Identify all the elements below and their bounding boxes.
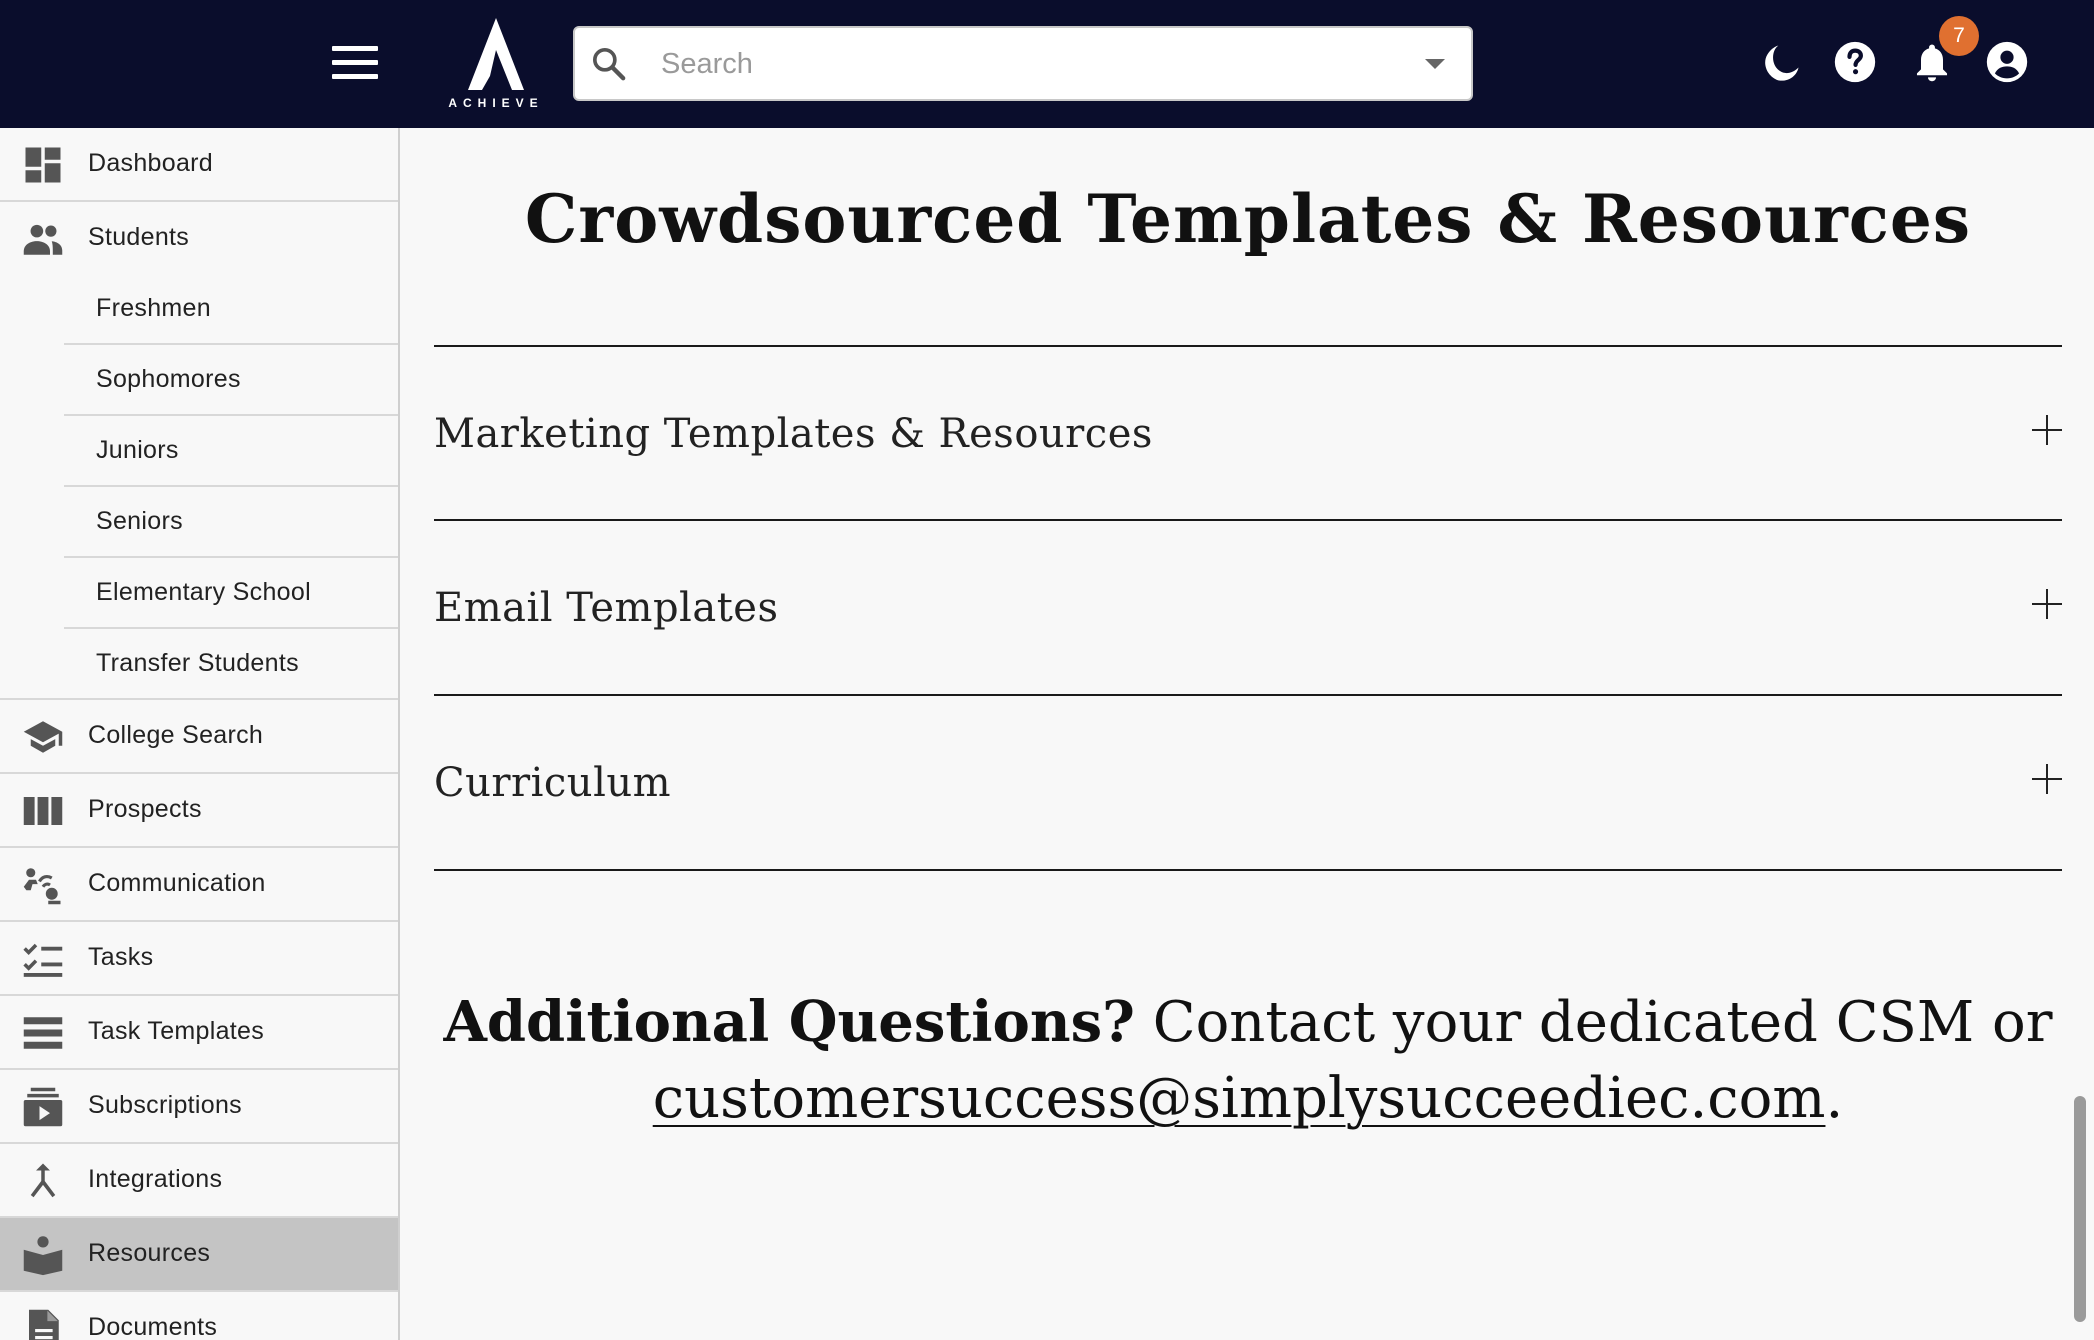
sidebar: Dashboard Students Freshmen Sophomores J… — [0, 128, 400, 1340]
support-email-link[interactable]: customersuccess@simplysucceediec.com — [653, 1066, 1826, 1131]
sidebar-subitem-label: Transfer Students — [96, 649, 299, 677]
contact-message: Additional Questions? Contact your dedic… — [402, 984, 2094, 1137]
sidebar-item-label: Task Templates — [88, 1017, 265, 1045]
contact-period: . — [1825, 1066, 1844, 1131]
contact-text: Contact your dedicated CSM or — [1134, 990, 2053, 1055]
search-bar[interactable] — [573, 26, 1473, 101]
columns-icon — [23, 797, 63, 825]
sidebar-item-label: Students — [88, 223, 190, 251]
sidebar-item-label: Tasks — [88, 943, 154, 971]
divider — [434, 869, 2062, 871]
sidebar-subitem-label: Seniors — [96, 507, 183, 535]
graduation-cap-icon — [23, 721, 63, 753]
achieve-logo[interactable]: ACHIEVE — [446, 18, 546, 110]
accordion-title: Curriculum — [434, 760, 672, 806]
help-icon[interactable] — [1833, 40, 1877, 84]
sidebar-item-college-search[interactable]: College Search — [0, 700, 398, 774]
merge-icon — [30, 1163, 56, 1198]
sidebar-subitem-transfer-students[interactable]: Transfer Students — [0, 629, 398, 700]
sidebar-item-tasks[interactable]: Tasks — [0, 922, 398, 996]
sidebar-item-resources[interactable]: Resources — [0, 1218, 398, 1292]
sidebar-subitem-elementary-school[interactable]: Elementary School — [64, 558, 398, 629]
sidebar-subitem-juniors[interactable]: Juniors — [64, 416, 398, 487]
checklist-icon — [23, 943, 63, 977]
plus-icon[interactable] — [2032, 415, 2062, 445]
sidebar-item-task-templates[interactable]: Task Templates — [0, 996, 398, 1070]
sidebar-item-label: Subscriptions — [88, 1091, 242, 1119]
sidebar-item-documents[interactable]: Documents — [0, 1292, 398, 1340]
sidebar-item-label: Resources — [88, 1239, 211, 1267]
plus-icon[interactable] — [2032, 764, 2062, 794]
communication-icon — [23, 868, 61, 905]
contact-heading: Additional Questions? — [443, 989, 1135, 1055]
sidebar-item-label: Dashboard — [88, 149, 214, 177]
dashboard-icon — [25, 147, 61, 183]
chevron-down-icon[interactable] — [1425, 59, 1445, 69]
sidebar-item-subscriptions[interactable]: Subscriptions — [0, 1070, 398, 1144]
search-input[interactable] — [661, 38, 1361, 90]
sidebar-item-label: College Search — [88, 721, 264, 749]
menu-icon[interactable] — [332, 46, 378, 82]
main-content: Crowdsourced Templates & Resources Marke… — [402, 128, 2094, 1340]
plus-icon[interactable] — [2032, 589, 2062, 619]
people-icon — [23, 224, 63, 255]
sidebar-item-communication[interactable]: Communication — [0, 848, 398, 922]
sidebar-subitem-label: Elementary School — [96, 578, 311, 606]
sidebar-item-integrations[interactable]: Integrations — [0, 1144, 398, 1218]
sidebar-item-dashboard[interactable]: Dashboard — [0, 128, 398, 202]
top-bar: ACHIEVE 7 — [0, 0, 2094, 128]
subscriptions-icon — [23, 1087, 63, 1127]
sidebar-subitem-label: Sophomores — [96, 365, 241, 393]
page-title: Crowdsourced Templates & Resources — [524, 180, 1972, 258]
accordion-email-templates[interactable]: Email Templates — [434, 521, 2062, 693]
sidebar-subitem-label: Juniors — [96, 436, 179, 464]
sidebar-item-label: Prospects — [88, 795, 202, 823]
accordion-title: Marketing Templates & Resources — [434, 411, 1153, 457]
sidebar-subitem-sophomores[interactable]: Sophomores — [64, 345, 398, 416]
sidebar-item-students[interactable]: Students — [0, 202, 398, 276]
reader-icon — [23, 1236, 63, 1276]
sidebar-subitem-freshmen[interactable]: Freshmen — [64, 274, 398, 345]
sidebar-subitem-label: Freshmen — [96, 294, 211, 322]
logo-text: ACHIEVE — [448, 96, 544, 110]
logo-mark — [468, 18, 524, 90]
sidebar-item-prospects[interactable]: Prospects — [0, 774, 398, 848]
accordion-marketing-templates[interactable]: Marketing Templates & Resources — [434, 347, 2062, 519]
notification-badge: 7 — [1939, 16, 1979, 56]
sidebar-item-label: Integrations — [88, 1165, 223, 1193]
document-icon — [29, 1309, 59, 1340]
sidebar-subitem-seniors[interactable]: Seniors — [64, 487, 398, 558]
scrollbar-thumb[interactable] — [2074, 1096, 2086, 1322]
sidebar-item-label: Documents — [88, 1313, 218, 1340]
accordion-title: Email Templates — [434, 585, 779, 631]
accordion-curriculum[interactable]: Curriculum — [434, 696, 2062, 868]
account-icon[interactable] — [1985, 40, 2029, 84]
sidebar-item-label: Communication — [88, 869, 266, 897]
dark-mode-icon[interactable] — [1760, 40, 1804, 84]
list-icon — [23, 1017, 63, 1049]
search-icon — [593, 48, 626, 81]
